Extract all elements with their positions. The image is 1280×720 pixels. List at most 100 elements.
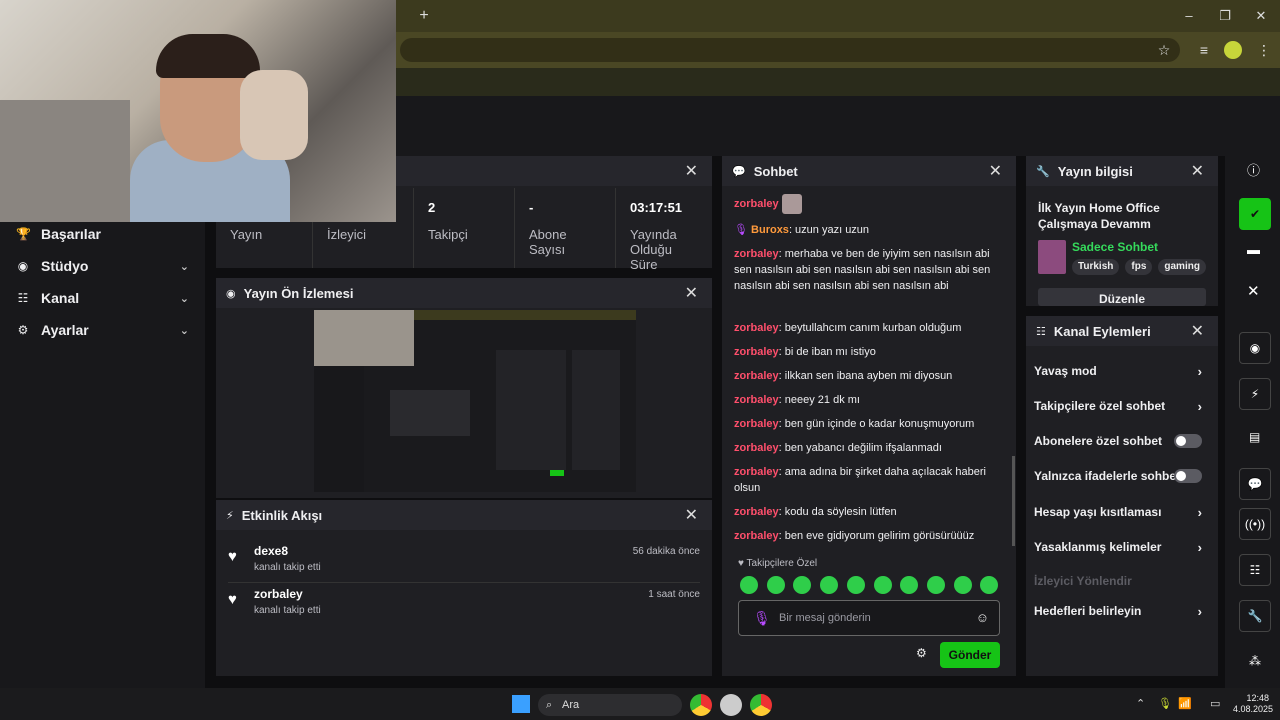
close-icon[interactable]: ✕ bbox=[989, 161, 1002, 181]
channel-action-3[interactable]: Abonelere özel sohbet bbox=[1034, 424, 1210, 458]
tray-network-icon[interactable]: 📶 bbox=[1178, 697, 1192, 710]
bookmark-star-icon[interactable]: ☆ bbox=[1154, 40, 1174, 60]
chevron-right-icon[interactable]: › bbox=[1198, 399, 1202, 414]
send-button[interactable]: Gönder bbox=[940, 642, 1000, 668]
chat-username[interactable]: zorbaley bbox=[734, 466, 779, 478]
chevron-right-icon[interactable]: › bbox=[1198, 364, 1202, 379]
chevron-right-icon[interactable]: › bbox=[1198, 505, 1202, 520]
channel-action-4[interactable]: Yalnızca ifadelerle sohbet bbox=[1034, 459, 1210, 493]
broadcast-icon[interactable]: ((•)) bbox=[1239, 508, 1271, 540]
emote-icon[interactable] bbox=[846, 576, 865, 594]
sidebar-item-2[interactable]: ◉ Stüdyo ⌄ bbox=[0, 250, 205, 282]
edit-button[interactable]: Düzenle bbox=[1038, 288, 1206, 306]
chat-username[interactable]: zorbaley bbox=[734, 506, 779, 518]
toggle-switch[interactable] bbox=[1174, 434, 1202, 448]
tray-mic-icon[interactable]: 🎙 bbox=[1158, 697, 1172, 710]
sidebar-item-3[interactable]: ☷ Kanal ⌄ bbox=[0, 282, 205, 314]
chat-username[interactable]: zorbaley bbox=[734, 442, 779, 454]
event-user[interactable]: zorbaley bbox=[254, 587, 303, 601]
toggle-switch[interactable] bbox=[1174, 469, 1202, 483]
close-icon[interactable]: ✕ bbox=[685, 161, 698, 181]
channel-action-2[interactable]: Takipçilere özel sohbet › bbox=[1034, 389, 1210, 423]
reading-list-icon[interactable]: ≡ bbox=[1194, 40, 1214, 60]
chevron-right-icon[interactable]: › bbox=[1198, 540, 1202, 555]
tray-battery-icon[interactable]: ▭ bbox=[1210, 697, 1220, 710]
channel-action-5[interactable]: Hesap yaşı kısıtlaması › bbox=[1034, 495, 1210, 529]
chat-username[interactable]: zorbaley bbox=[734, 346, 779, 358]
chat-username[interactable]: zorbaley bbox=[734, 198, 779, 210]
emote-icon[interactable] bbox=[766, 576, 785, 594]
emote-icon[interactable] bbox=[820, 576, 839, 594]
taskbar-search[interactable]: ⌕ Ara bbox=[538, 694, 682, 716]
chat-username[interactable]: zorbaley bbox=[734, 418, 779, 430]
chevron-down-icon[interactable]: ⌄ bbox=[180, 324, 189, 337]
category-name[interactable]: Sadece Sohbet bbox=[1072, 240, 1158, 254]
chat-username[interactable]: zorbaley bbox=[734, 530, 779, 542]
chat-message-input[interactable]: 🎙 Bir mesaj gönderin ☺ bbox=[738, 600, 1000, 636]
lightning-rail-icon[interactable]: ⚡ bbox=[1239, 378, 1271, 410]
emote-icon[interactable] bbox=[900, 576, 919, 594]
chat-username[interactable]: zorbaley bbox=[734, 394, 779, 406]
minimize-button[interactable]: – bbox=[1176, 6, 1202, 26]
close-layout-icon[interactable]: ✕ bbox=[1247, 282, 1260, 300]
chat-scrollbar[interactable] bbox=[1012, 456, 1015, 546]
close-icon[interactable]: ✕ bbox=[1191, 321, 1204, 341]
chrome-app-icon[interactable] bbox=[690, 694, 712, 716]
event-user[interactable]: dexe8 bbox=[254, 544, 288, 558]
close-icon[interactable]: ✕ bbox=[1191, 161, 1204, 181]
close-icon[interactable]: ✕ bbox=[685, 283, 698, 303]
channel-action-1[interactable]: Yavaş mod › bbox=[1034, 354, 1210, 388]
chat-placeholder: Bir mesaj gönderin bbox=[779, 612, 871, 624]
chat-username[interactable]: zorbaley bbox=[734, 248, 779, 260]
stream-tag[interactable]: fps bbox=[1125, 259, 1153, 275]
emoji-icon[interactable]: ☺ bbox=[976, 610, 989, 625]
emote-icon[interactable] bbox=[873, 576, 892, 594]
app-icon[interactable] bbox=[720, 694, 742, 716]
chat-settings-icon[interactable]: ⚙ bbox=[916, 646, 927, 660]
chat-title: Sohbet bbox=[753, 163, 798, 179]
chevron-down-icon[interactable]: ⌄ bbox=[180, 260, 189, 273]
emote-icon[interactable] bbox=[926, 576, 945, 594]
chat-panel: 💬 Sohbet ✕ zorbaley 🎙 Buroxs: uzun yazı … bbox=[722, 156, 1016, 676]
info-icon[interactable]: ⓘ bbox=[1247, 160, 1260, 179]
channel-action-8[interactable]: Hedefleri belirleyin › bbox=[1034, 594, 1210, 628]
chat-message: zorbaley: ben yabancı değilim ifşalanmad… bbox=[734, 440, 994, 456]
document-icon[interactable]: ▤ bbox=[1249, 430, 1260, 444]
close-icon[interactable]: ✕ bbox=[685, 505, 698, 525]
maximize-button[interactable]: ❐ bbox=[1212, 6, 1238, 26]
emote-icon[interactable] bbox=[980, 576, 999, 594]
wrench-rail-icon[interactable]: 🔧 bbox=[1239, 600, 1271, 632]
emote-icon[interactable] bbox=[953, 576, 972, 594]
chat-rail-icon[interactable]: 💬 bbox=[1239, 468, 1271, 500]
taskbar-clock[interactable]: 12:48 4.08.2025 bbox=[1233, 693, 1273, 715]
channel-action-6[interactable]: Yasaklanmış kelimeler › bbox=[1034, 530, 1210, 564]
channel-rail-icon[interactable]: ☷ bbox=[1239, 554, 1271, 586]
clock-time: 12:48 bbox=[1246, 693, 1269, 703]
sidebar-item-1[interactable]: 🏆 Başarılar bbox=[0, 218, 205, 250]
close-window-button[interactable]: ✕ bbox=[1248, 6, 1274, 26]
url-input[interactable] bbox=[400, 38, 1180, 62]
browser-profile-avatar[interactable] bbox=[1224, 41, 1242, 59]
browser-menu-icon[interactable]: ⋮ bbox=[1254, 40, 1274, 60]
chat-username[interactable]: zorbaley bbox=[734, 322, 779, 334]
emote-icon[interactable] bbox=[740, 576, 758, 594]
windows-start-icon[interactable] bbox=[512, 695, 530, 713]
chat-username[interactable]: Buroxs bbox=[751, 224, 789, 236]
check-icon[interactable]: ✔ bbox=[1239, 198, 1271, 230]
new-tab-button[interactable]: + bbox=[414, 6, 434, 26]
stream-preview-image[interactable] bbox=[314, 310, 636, 492]
chrome-app-icon-active[interactable] bbox=[750, 694, 772, 716]
emote-icon[interactable] bbox=[793, 576, 812, 594]
stream-tag[interactable]: gaming bbox=[1158, 259, 1206, 275]
preview-rail-icon[interactable]: ◉ bbox=[1239, 332, 1271, 364]
microphone-icon[interactable]: 🎙 bbox=[753, 610, 771, 627]
layout-icon[interactable]: ▬ bbox=[1247, 242, 1260, 257]
more-icon[interactable]: ⁂ bbox=[1249, 654, 1261, 668]
tray-chevron-icon[interactable]: ⌃ bbox=[1136, 697, 1145, 710]
chevron-down-icon[interactable]: ⌄ bbox=[180, 292, 189, 305]
stream-title: İlk Yayın Home Office Çalışmaya Devamm bbox=[1038, 201, 1160, 231]
chat-username[interactable]: zorbaley bbox=[734, 370, 779, 382]
sidebar-item-4[interactable]: ⚙ Ayarlar ⌄ bbox=[0, 314, 205, 346]
stream-tag[interactable]: Turkish bbox=[1072, 259, 1120, 275]
chevron-right-icon[interactable]: › bbox=[1198, 604, 1202, 619]
